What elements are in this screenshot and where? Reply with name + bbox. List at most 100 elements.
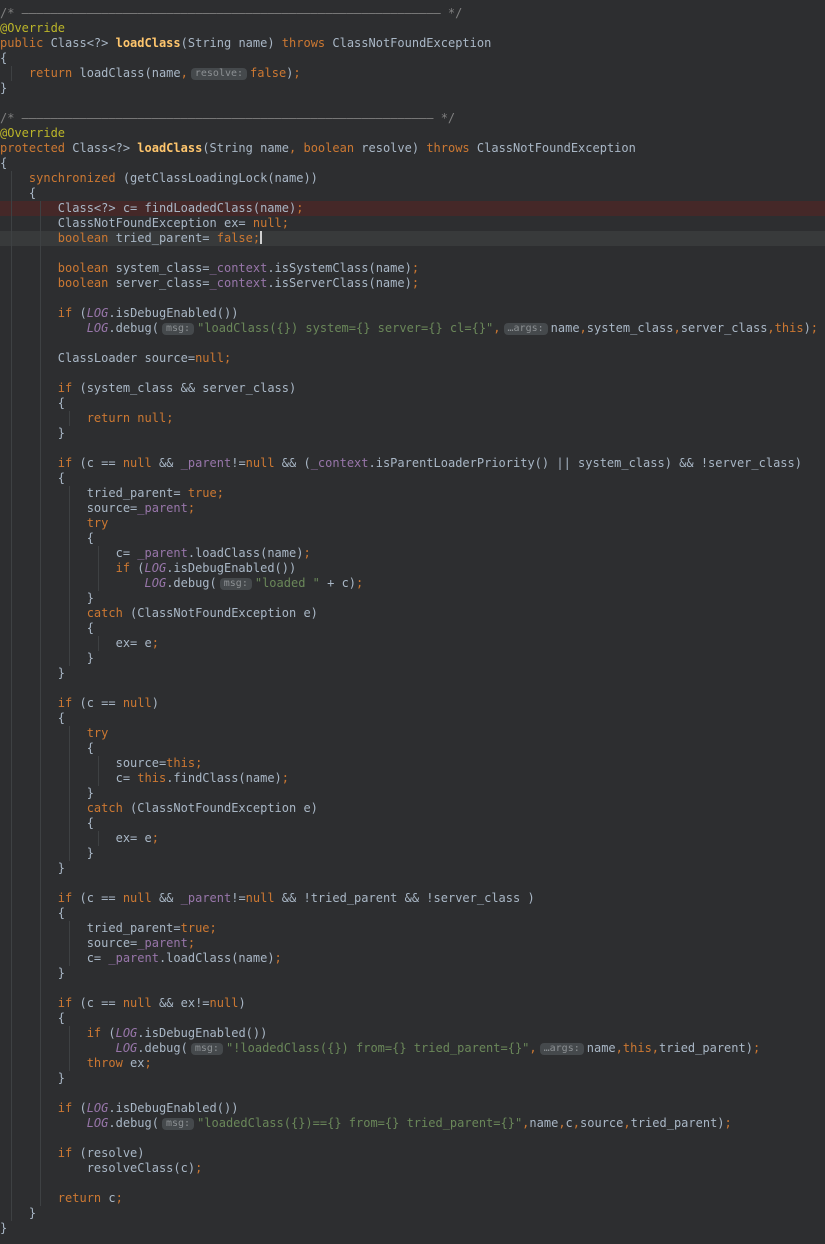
code-line[interactable]: catch (ClassNotFoundException e) (0, 606, 825, 621)
code-line[interactable]: if (LOG.isDebugEnabled()) (0, 561, 825, 576)
code-line[interactable] (0, 366, 825, 381)
code-line[interactable]: protected Class<?> loadClass(String name… (0, 141, 825, 156)
code-line[interactable]: } (0, 591, 825, 606)
code-line[interactable]: return c; (0, 1191, 825, 1206)
code-line[interactable]: { (0, 156, 825, 171)
code-line[interactable]: source=_parent; (0, 936, 825, 951)
code-line[interactable]: try (0, 516, 825, 531)
code-line[interactable]: resolveClass(c); (0, 1161, 825, 1176)
code-line[interactable]: } (0, 81, 825, 96)
code-line[interactable]: { (0, 471, 825, 486)
code-line[interactable]: public Class<?> loadClass(String name) t… (0, 36, 825, 51)
code-line[interactable]: { (0, 711, 825, 726)
code-line[interactable]: } (0, 861, 825, 876)
code-line[interactable]: } (0, 426, 825, 441)
code-line[interactable]: @Override (0, 21, 825, 36)
code-line[interactable]: throw ex; (0, 1056, 825, 1071)
code-line[interactable]: ex= e; (0, 636, 825, 651)
code-line[interactable]: tried_parent=true; (0, 921, 825, 936)
code-line[interactable]: if (c == null && ex!=null) (0, 996, 825, 1011)
code-token: ; (281, 771, 290, 785)
code-line[interactable] (0, 1176, 825, 1191)
code-line[interactable]: LOG.debug(msg: "!loadedClass({}) from={} … (0, 1041, 825, 1056)
code-line[interactable]: tried_parent= true; (0, 486, 825, 501)
code-line[interactable] (0, 681, 825, 696)
code-line[interactable]: LOG.debug(msg: "loadedClass({})=={} from=… (0, 1116, 825, 1131)
code-editor[interactable]: /* —————————————————————————————————————… (0, 0, 825, 1244)
code-line[interactable]: } (0, 786, 825, 801)
code-line[interactable]: } (0, 1071, 825, 1086)
indent-guide (39, 291, 41, 306)
code-line[interactable]: ex= e; (0, 831, 825, 846)
code-line[interactable]: } (0, 651, 825, 666)
code-line[interactable]: } (0, 846, 825, 861)
code-line[interactable]: if (LOG.isDebugEnabled()) (0, 306, 825, 321)
code-line[interactable]: } (0, 1206, 825, 1221)
code-line[interactable]: } (0, 966, 825, 981)
code-line[interactable]: { (0, 531, 825, 546)
code-line[interactable] (0, 1131, 825, 1146)
code-token: resolveClass(c) (0, 1161, 196, 1175)
code-line[interactable]: source=this; (0, 756, 825, 771)
code-line[interactable]: LOG.debug(msg: "loadClass({}) system={} s… (0, 321, 825, 336)
code-line[interactable]: { (0, 621, 825, 636)
indent-guide (68, 1056, 70, 1071)
code-line[interactable]: try (0, 726, 825, 741)
code-line[interactable]: } (0, 666, 825, 681)
code-token: ClassNotFoundException ex= (0, 216, 253, 230)
code-line[interactable]: catch (ClassNotFoundException e) (0, 801, 825, 816)
indent-guide (39, 201, 41, 216)
code-line[interactable]: if (LOG.isDebugEnabled()) (0, 1026, 825, 1041)
code-line[interactable]: synchronized (getClassLoadingLock(name)) (0, 171, 825, 186)
code-line[interactable]: c= _parent.loadClass(name); (0, 546, 825, 561)
code-token: { (0, 396, 66, 410)
code-line[interactable]: { (0, 186, 825, 201)
code-line[interactable] (0, 336, 825, 351)
code-line[interactable]: /* —————————————————————————————————————… (0, 111, 825, 126)
code-line[interactable]: { (0, 816, 825, 831)
code-line[interactable]: return loadClass(name, resolve: false); (0, 66, 825, 81)
code-line[interactable]: { (0, 906, 825, 921)
code-line[interactable]: if (c == null && _parent!=null && (_cont… (0, 456, 825, 471)
code-line[interactable]: if (c == null && _parent!=null && !tried… (0, 891, 825, 906)
code-line[interactable] (0, 441, 825, 456)
code-line[interactable]: ClassLoader source=null; (0, 351, 825, 366)
string-literal: "!loadedClass({}) from={} tried_parent={… (225, 1041, 530, 1055)
code-token: .isDebugEnabled()) (108, 1101, 239, 1115)
code-line[interactable]: @Override (0, 126, 825, 141)
code-line[interactable]: boolean system_class=_context.isSystemCl… (0, 261, 825, 276)
code-line[interactable]: ClassNotFoundException ex= null; (0, 216, 825, 231)
code-line[interactable]: { (0, 51, 825, 66)
code-line[interactable]: boolean server_class=_context.isServerCl… (0, 276, 825, 291)
code-line[interactable]: { (0, 396, 825, 411)
code-line[interactable]: return null; (0, 411, 825, 426)
code-line[interactable] (0, 246, 825, 261)
code-line[interactable]: } (0, 1221, 825, 1236)
code-line[interactable]: c= _parent.loadClass(name); (0, 951, 825, 966)
code-line[interactable]: c= this.findClass(name); (0, 771, 825, 786)
code-line-current[interactable]: boolean tried_parent= false; (0, 231, 825, 246)
code-line[interactable]: if (resolve) (0, 1146, 825, 1161)
code-token: if (57, 696, 73, 710)
indent-guide (39, 1086, 41, 1101)
code-line[interactable]: if (c == null) (0, 696, 825, 711)
code-line[interactable]: { (0, 1011, 825, 1026)
code-line-highlighted[interactable]: Class<?> c= findLoadedClass(name); (0, 201, 825, 216)
code-line[interactable] (0, 291, 825, 306)
code-token: this (774, 321, 804, 335)
code-line[interactable]: if (LOG.isDebugEnabled()) (0, 1101, 825, 1116)
code-line[interactable]: LOG.debug(msg: "loaded " + c); (0, 576, 825, 591)
code-line[interactable]: { (0, 741, 825, 756)
code-line[interactable] (0, 96, 825, 111)
indent-guide (11, 891, 12, 906)
code-line[interactable]: /* —————————————————————————————————————… (0, 6, 825, 21)
code-line[interactable]: if (system_class && server_class) (0, 381, 825, 396)
code-line[interactable] (0, 981, 825, 996)
code-line[interactable] (0, 876, 825, 891)
code-line[interactable] (0, 1086, 825, 1101)
code-line[interactable]: source=_parent; (0, 501, 825, 516)
